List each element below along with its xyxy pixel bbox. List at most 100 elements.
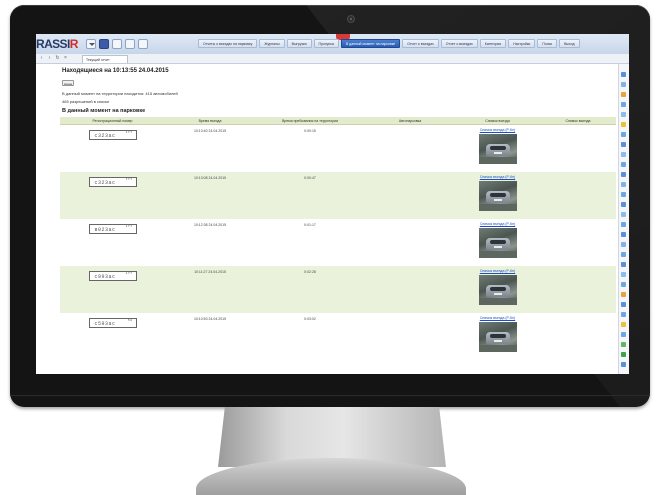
home-icon[interactable]	[99, 39, 109, 49]
entry-photo-cell: Снимок въезда (Р-Кн)	[455, 172, 540, 219]
menu-tab-current-parking[interactable]: В данный момент на парковке	[340, 39, 401, 48]
forward-icon[interactable]: ›	[47, 56, 52, 61]
plate-number: с993ас 177	[88, 271, 137, 281]
exit-photo-cell	[540, 124, 616, 172]
car-photo[interactable]	[478, 181, 517, 211]
car-photo[interactable]	[478, 228, 517, 258]
settings-icon[interactable]	[125, 39, 135, 49]
menu-tab-categories[interactable]: Категории	[479, 39, 507, 48]
sidebar-blue-icon[interactable]	[621, 262, 626, 267]
stop-icon[interactable]: ×	[63, 56, 68, 61]
menu-tab-search[interactable]: Поиск	[537, 39, 558, 48]
duration-cell: 0:00:47	[255, 172, 365, 219]
plate-cell: с323ас 177	[60, 124, 165, 172]
parking-cell	[365, 172, 455, 219]
col-header-entry-time[interactable]: Время въезда	[165, 117, 255, 125]
sidebar-blue-icon[interactable]	[621, 362, 626, 367]
plate-cell: с323ас 777	[60, 172, 165, 219]
sidebar-green-icon[interactable]	[621, 342, 626, 347]
sidebar-blue-icon[interactable]	[621, 72, 626, 77]
permit-count-text: 465 разрешений в списке	[62, 99, 110, 104]
col-header-parking[interactable]: Автопарковка	[365, 117, 455, 125]
tab-current-report[interactable]: Текущий отчет	[82, 55, 128, 63]
table-row: в023ас 177 10:12:38 24.04.2015 0:01:17 Сн…	[60, 219, 616, 266]
sidebar-blue-icon[interactable]	[621, 172, 626, 177]
entry-photo-cell: Снимок въезда (Р-Кн)	[455, 313, 540, 360]
plate-cell: с993ас 177	[60, 266, 165, 313]
duration-cell: 0:03:02	[255, 313, 365, 360]
edit-icon[interactable]	[138, 39, 148, 49]
menu-tab-entry-report[interactable]: Отчет о въездах	[402, 39, 439, 48]
sidebar-orange-icon[interactable]	[621, 292, 626, 297]
entry-photo-link[interactable]: Снимок въезда (Р-Кн)	[455, 269, 540, 273]
sidebar-blue-icon[interactable]	[621, 302, 626, 307]
sidebar-blue-icon[interactable]	[621, 102, 626, 107]
sidebar-blue-icon[interactable]	[621, 82, 626, 87]
sidebar-blue-icon[interactable]	[621, 202, 626, 207]
table-header-row: Регистрационный номер Время въезда Время…	[60, 117, 616, 125]
plate-cell: в023ас 177	[60, 219, 165, 266]
right-sidebar	[618, 64, 629, 374]
sidebar-blue-icon[interactable]	[621, 162, 626, 167]
back-button[interactable]: Назад	[62, 80, 74, 86]
page-title: Находящиеся на 10:13:55 24.04.2015	[62, 68, 169, 74]
menu-tab-journals[interactable]: Журналы	[259, 39, 285, 48]
tab-bar: ‹ › ↻ × Текущий отчет	[36, 54, 629, 64]
back-icon[interactable]: ‹	[39, 56, 44, 61]
plate-number: с323ас 177	[88, 130, 137, 140]
entry-photo-link[interactable]: Снимок въезда (Р-Кн)	[455, 128, 540, 132]
car-photo[interactable]	[478, 275, 517, 305]
entry-time-cell: 10:13:40 24.04.2015	[165, 124, 255, 172]
car-photo[interactable]	[478, 134, 517, 164]
duration-cell: 0:01:17	[255, 219, 365, 266]
sidebar-blue-icon[interactable]	[621, 242, 626, 247]
refresh-icon[interactable]: ↻	[55, 56, 60, 61]
sidebar-blue-icon[interactable]	[621, 192, 626, 197]
duration-cell: 0:00:15	[255, 124, 365, 172]
sidebar-blue-icon[interactable]	[621, 142, 626, 147]
sidebar-blue-icon[interactable]	[621, 312, 626, 317]
sidebar-blue-icon[interactable]	[621, 132, 626, 137]
entry-time-cell: 10:10:53 24.04.2015	[165, 313, 255, 360]
sidebar-orange-icon[interactable]	[621, 92, 626, 97]
sidebar-blue-icon[interactable]	[621, 232, 626, 237]
print-icon[interactable]	[112, 39, 122, 49]
parking-cell	[365, 313, 455, 360]
menu-tab-settings[interactable]: Настройки	[508, 39, 536, 48]
exit-photo-cell	[540, 313, 616, 360]
entry-photo-link[interactable]: Снимок въезда (Р-Кн)	[455, 175, 540, 179]
menu-tab-entry-reports[interactable]: Отчеты о въездах на парковку	[198, 39, 258, 48]
sidebar-blue-icon[interactable]	[621, 252, 626, 257]
entry-photo-link[interactable]: Снимок въезда (Р-Кн)	[455, 222, 540, 226]
col-header-entry-photo[interactable]: Снимок въезда	[455, 117, 540, 125]
entry-photo-link[interactable]: Снимок въезда (Р-Кн)	[455, 316, 540, 320]
duration-cell: 0:02:28	[255, 266, 365, 313]
entry-time-cell: 10:13:08 24.04.2015	[165, 172, 255, 219]
app-logo: RASSIR	[36, 37, 78, 51]
menu-tab-exit-report[interactable]: Отчет о выездах	[440, 39, 478, 48]
menu-tab-exports[interactable]: Выгрузки	[286, 39, 312, 48]
sidebar-blue-icon[interactable]	[621, 112, 626, 117]
car-photo[interactable]	[478, 322, 517, 352]
sidebar-blue-icon[interactable]	[621, 212, 626, 217]
col-header-plate[interactable]: Регистрационный номер	[60, 117, 165, 125]
col-header-exit-photo[interactable]: Снимок выезда	[540, 117, 616, 125]
sidebar-blue-icon[interactable]	[621, 182, 626, 187]
exit-photo-cell	[540, 172, 616, 219]
menu-tab-exit[interactable]: Выход	[559, 39, 580, 48]
parking-cell	[365, 124, 455, 172]
menu-tab-passes[interactable]: Пропуска	[313, 39, 339, 48]
dropdown-icon[interactable]	[86, 39, 96, 49]
col-header-duration[interactable]: Время пребывания на территории	[255, 117, 365, 125]
sidebar-blue-icon[interactable]	[621, 282, 626, 287]
sidebar-yellow-icon[interactable]	[621, 322, 626, 327]
sidebar-blue-icon[interactable]	[621, 332, 626, 337]
sidebar-yellow-icon[interactable]	[621, 122, 626, 127]
sidebar-blue-icon[interactable]	[621, 222, 626, 227]
sidebar-blue-icon[interactable]	[621, 272, 626, 277]
parking-cell	[365, 219, 455, 266]
sidebar-green-icon[interactable]	[621, 352, 626, 357]
sidebar-blue-icon[interactable]	[621, 152, 626, 157]
entry-photo-cell: Снимок въезда (Р-Кн)	[455, 124, 540, 172]
table-row: с593ас 50 10:10:53 24.04.2015 0:03:02 Сни…	[60, 313, 616, 360]
